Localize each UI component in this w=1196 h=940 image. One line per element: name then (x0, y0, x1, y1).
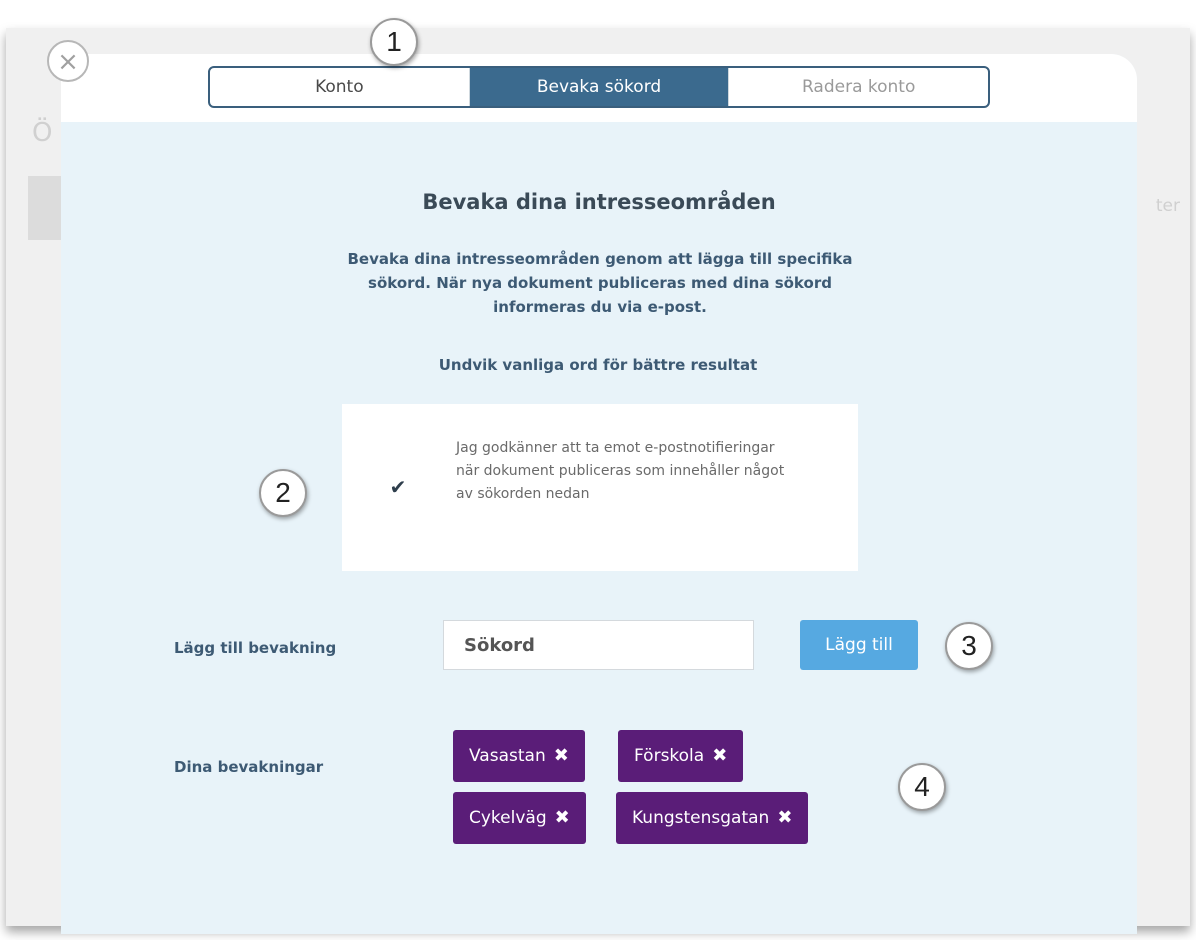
remove-icon[interactable]: ✖ (554, 730, 569, 782)
background-text: ter (1155, 196, 1180, 216)
watch-chip[interactable]: Kungstensgatan ✖ (616, 792, 809, 844)
remove-icon[interactable]: ✖ (712, 730, 727, 782)
watch-chip-label: Förskola (634, 746, 705, 766)
tab-konto[interactable]: Konto (210, 68, 469, 106)
add-keyword-button[interactable]: Lägg till (800, 620, 918, 670)
tab-bar: Konto Bevaka sökord Radera konto (208, 66, 990, 108)
add-watch-label: Lägg till bevakning (174, 639, 337, 657)
callout-2: 2 (259, 469, 307, 517)
callout-3: 3 (945, 622, 993, 670)
modal-title: Bevaka dina intresseområden (422, 190, 776, 214)
watches-label: Dina bevakningar (174, 758, 324, 776)
consent-text: Jag godkänner att ta emot e-postnotifier… (456, 440, 785, 502)
tab-bevaka-sokord[interactable]: Bevaka sökord (468, 68, 729, 106)
watch-chip[interactable]: Vasastan ✖ (453, 730, 585, 782)
intro-text: Bevaka dina intresseområden genom att lä… (347, 250, 853, 316)
remove-icon[interactable]: ✖ (555, 792, 570, 844)
background-heading: Ö (32, 118, 53, 148)
remove-icon[interactable]: ✖ (777, 792, 792, 844)
tip-text: Undvik vanliga ord för bättre resultat (438, 356, 758, 374)
close-icon[interactable]: × (47, 40, 89, 82)
watch-chip-label: Cykelväg (469, 808, 547, 828)
watch-chip-label: Kungstensgatan (632, 808, 770, 828)
callout-4: 4 (898, 763, 946, 811)
watch-chip[interactable]: Förskola ✖ (618, 730, 744, 782)
tab-radera-konto[interactable]: Radera konto (728, 68, 988, 106)
keyword-input[interactable] (443, 620, 754, 670)
callout-1: 1 (370, 18, 418, 66)
consent-checkbox[interactable]: ✔ (385, 474, 411, 500)
watch-chip[interactable]: Cykelväg ✖ (453, 792, 586, 844)
watch-chip-label: Vasastan (469, 746, 546, 766)
